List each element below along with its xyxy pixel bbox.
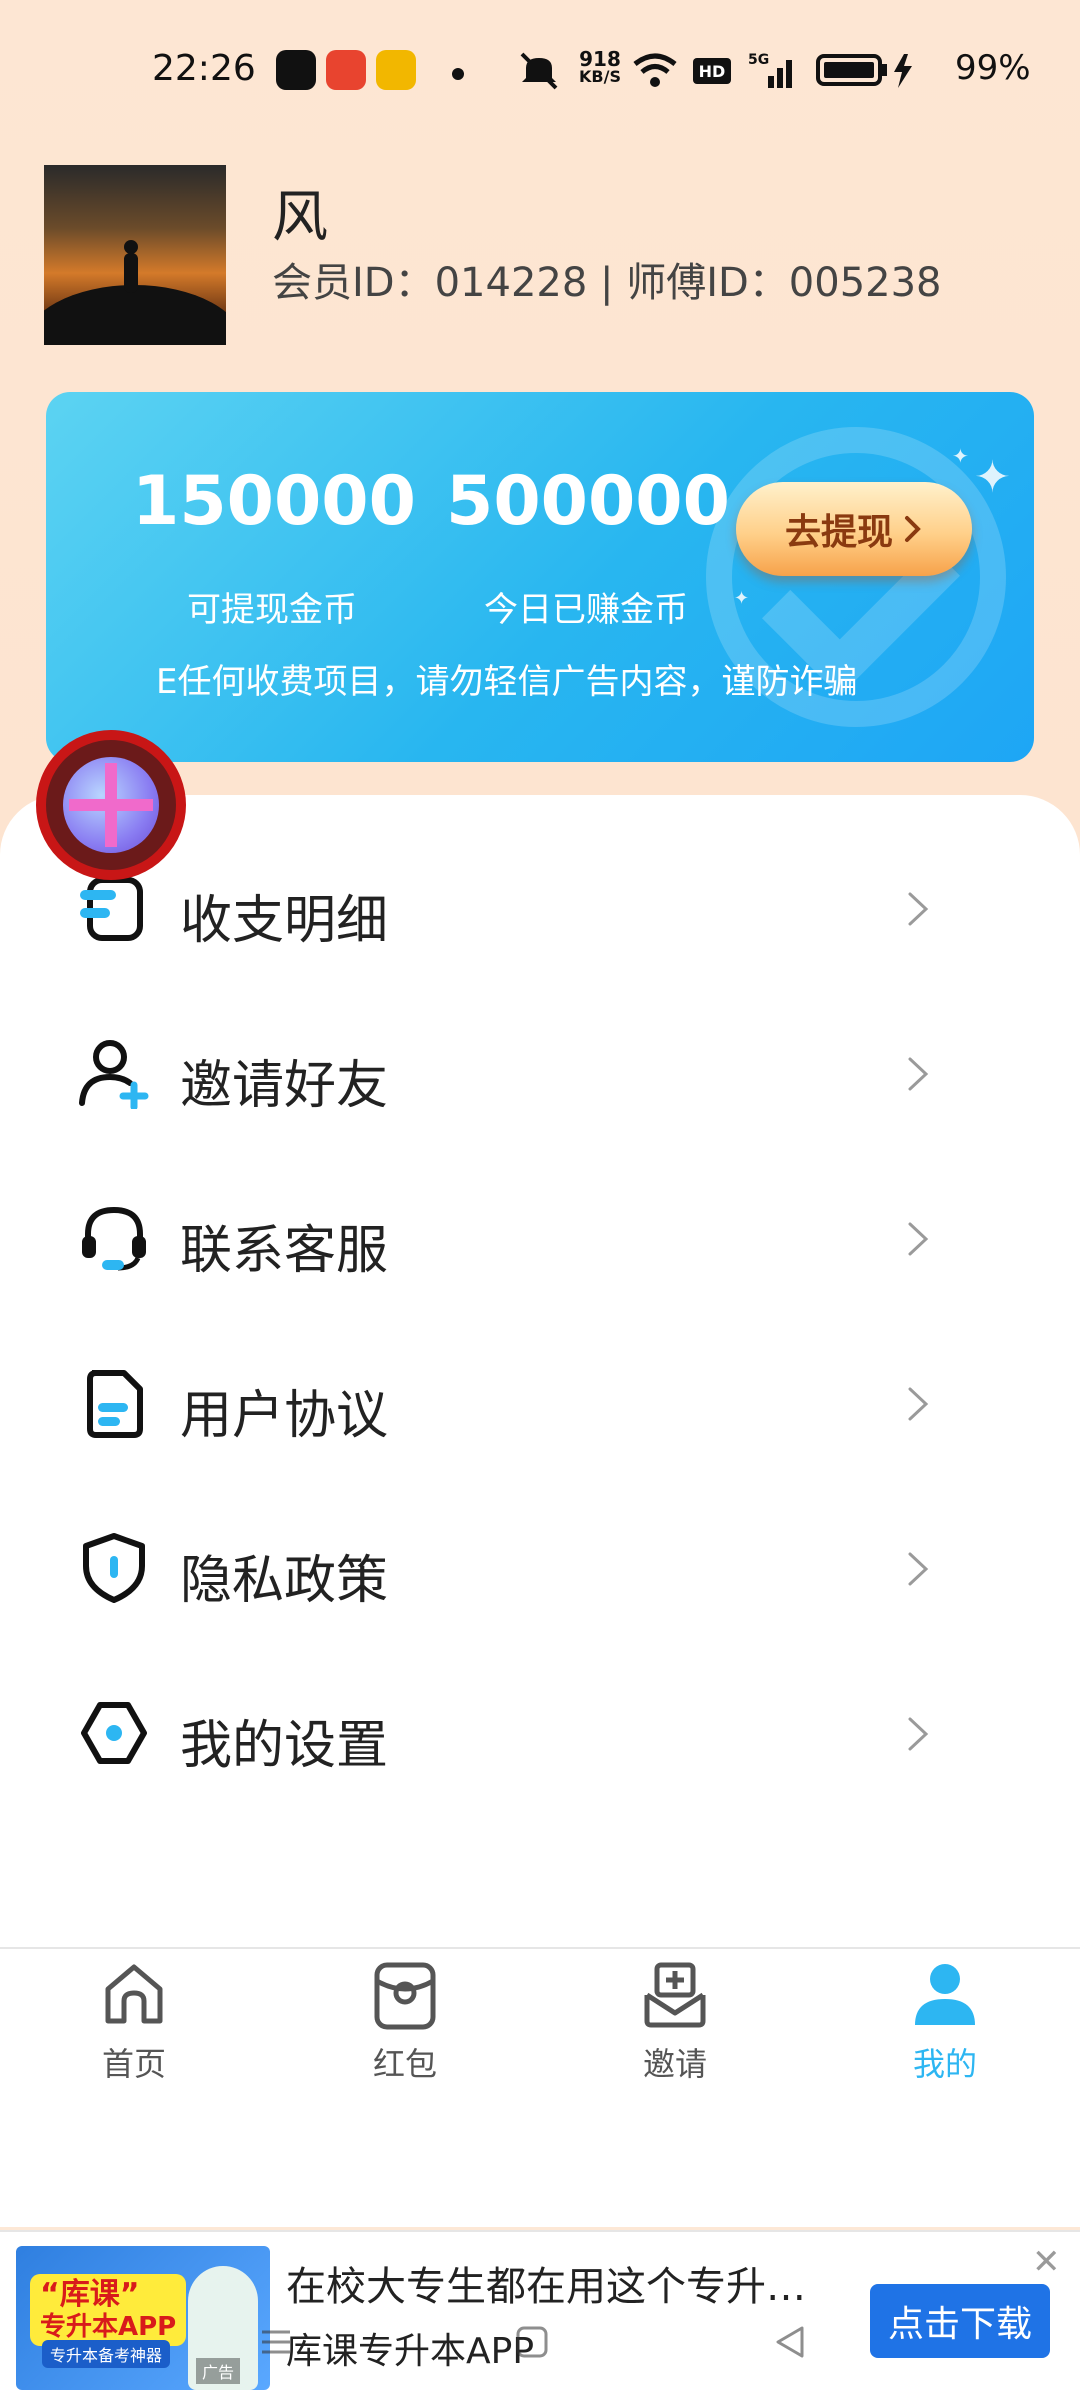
home-icon [105, 1964, 163, 2024]
tab-red-packet[interactable]: 红包 [305, 1959, 505, 2085]
signal-icon: 5G [748, 52, 792, 88]
menu-item-label: 收支明细 [180, 891, 389, 951]
ad-image-title-line2: 专升本APP [40, 2312, 177, 2342]
gift-icon [63, 757, 159, 853]
chevron-right-icon [908, 1717, 929, 1751]
today-earned-coins-label: 今日已赚金币 [484, 590, 688, 630]
ad-banner[interactable]: “库课” 专升本APP 专升本备考神器 广告 在校大专生都在用这个专升… 库课专… [0, 2230, 1080, 2400]
chevron-right-icon [908, 1057, 929, 1091]
tab-home[interactable]: 首页 [34, 1959, 234, 2085]
menu-item-label: 用户协议 [180, 1386, 389, 1446]
menu-item-user-agreement[interactable]: 用户协议 [0, 1329, 1080, 1479]
document-icon [87, 1370, 143, 1438]
status-time: 22:26 [152, 48, 256, 89]
ad-image-subtitle: 专升本备考神器 [42, 2340, 171, 2368]
close-icon[interactable]: ✕ [1032, 2242, 1061, 2282]
withdraw-button[interactable]: 去提现 [736, 482, 972, 576]
mute-icon [520, 52, 558, 90]
sparkle-icon: ✦ [952, 444, 969, 468]
sparkle-icon: ✦ [974, 452, 1011, 503]
ad-image-title: “库课” 专升本APP [30, 2274, 187, 2346]
avatar[interactable] [44, 165, 226, 345]
ad-download-button[interactable]: 点击下载 [870, 2284, 1050, 2358]
ad-title: 在校大专生都在用这个专升… [286, 2264, 806, 2310]
menu-item-invite-friends[interactable]: 邀请好友 [0, 999, 1080, 1149]
menu-item-label: 我的设置 [180, 1716, 389, 1776]
tab-profile[interactable]: 我的 [845, 1959, 1045, 2085]
tab-label: 邀请 [642, 2045, 707, 2083]
more-notifications-dot [452, 68, 464, 80]
bottom-tab-bar: 首页 红包 邀请 我的 [0, 1947, 1080, 2227]
svg-text:5G: 5G [748, 52, 769, 68]
balance-card: ✦ ✦ ✦ 150000 可提现金币 500000 今日已赚金币 去提现 E任何… [46, 392, 1034, 762]
battery-percent: 99% [955, 48, 1031, 88]
wifi-icon [633, 53, 677, 87]
ledger-icon [80, 877, 143, 941]
tab-invite[interactable]: 邀请 [575, 1959, 775, 2085]
username: 风 [272, 185, 328, 250]
shopping-app-icon [326, 50, 366, 90]
game-app-icon [376, 50, 416, 90]
menu-item-customer-service[interactable]: 联系客服 [0, 1164, 1080, 1314]
invite-icon [644, 1962, 706, 2028]
shield-icon [83, 1533, 145, 1603]
withdrawable-coins-label: 可提现金币 [187, 590, 357, 630]
avatar-hill [44, 285, 226, 345]
menu-item-label: 隐私政策 [180, 1551, 389, 1611]
tab-label: 红包 [372, 2045, 437, 2083]
menu-item-label: 邀请好友 [180, 1056, 389, 1116]
chevron-right-icon [908, 1552, 929, 1586]
sparkle-icon: ✦ [734, 588, 750, 609]
member-ids: 会员ID：014228 | 师傅ID：005238 [272, 260, 942, 306]
tiktok-app-icon [276, 50, 316, 90]
home-nav-icon[interactable] [512, 2322, 552, 2362]
svg-text:HD: HD [699, 62, 726, 81]
chevron-right-icon [908, 892, 929, 926]
network-speed-value: 918 [579, 47, 621, 71]
network-speed-unit: KB/S [579, 67, 621, 86]
tab-label: 我的 [912, 2045, 977, 2083]
avatar-person-head [124, 240, 138, 254]
menu-item-privacy-policy[interactable]: 隐私政策 [0, 1494, 1080, 1644]
menu-nav-icon[interactable] [256, 2322, 296, 2362]
menu-item-label: 联系客服 [180, 1221, 389, 1281]
fraud-notice: E任何收费项目，请勿轻信广告内容，谨防诈骗 [156, 662, 858, 702]
headset-icon [82, 1206, 146, 1271]
battery-icon [816, 54, 912, 88]
ad-image-title-line1: “库课” [40, 2277, 140, 2312]
chevron-right-icon [905, 516, 921, 542]
chevron-right-icon [908, 1222, 929, 1256]
status-bar: 22:26 918 KB/S HD 5G 99% [0, 40, 1080, 104]
chevron-right-icon [908, 1387, 929, 1421]
ad-mark-label: 广告 [196, 2358, 241, 2384]
network-speed: 918 KB/S [576, 47, 624, 86]
tab-label: 首页 [101, 2045, 166, 2083]
ad-subtitle: 库课专升本APP [286, 2331, 535, 2372]
avatar-person [124, 253, 138, 293]
menu-item-my-settings[interactable]: 我的设置 [0, 1659, 1080, 1809]
add-user-icon [79, 1040, 149, 1109]
back-nav-icon[interactable] [770, 2322, 810, 2362]
settings-icon [81, 1702, 147, 1764]
today-earned-coins-value: 500000 [446, 462, 730, 541]
profile-icon [915, 1964, 975, 2025]
gift-floating-button[interactable] [36, 730, 186, 880]
withdrawable-coins-value: 150000 [132, 462, 416, 541]
hd-icon: HD [693, 58, 731, 84]
withdraw-button-label: 去提现 [784, 512, 893, 553]
red-packet-icon [374, 1962, 436, 2030]
